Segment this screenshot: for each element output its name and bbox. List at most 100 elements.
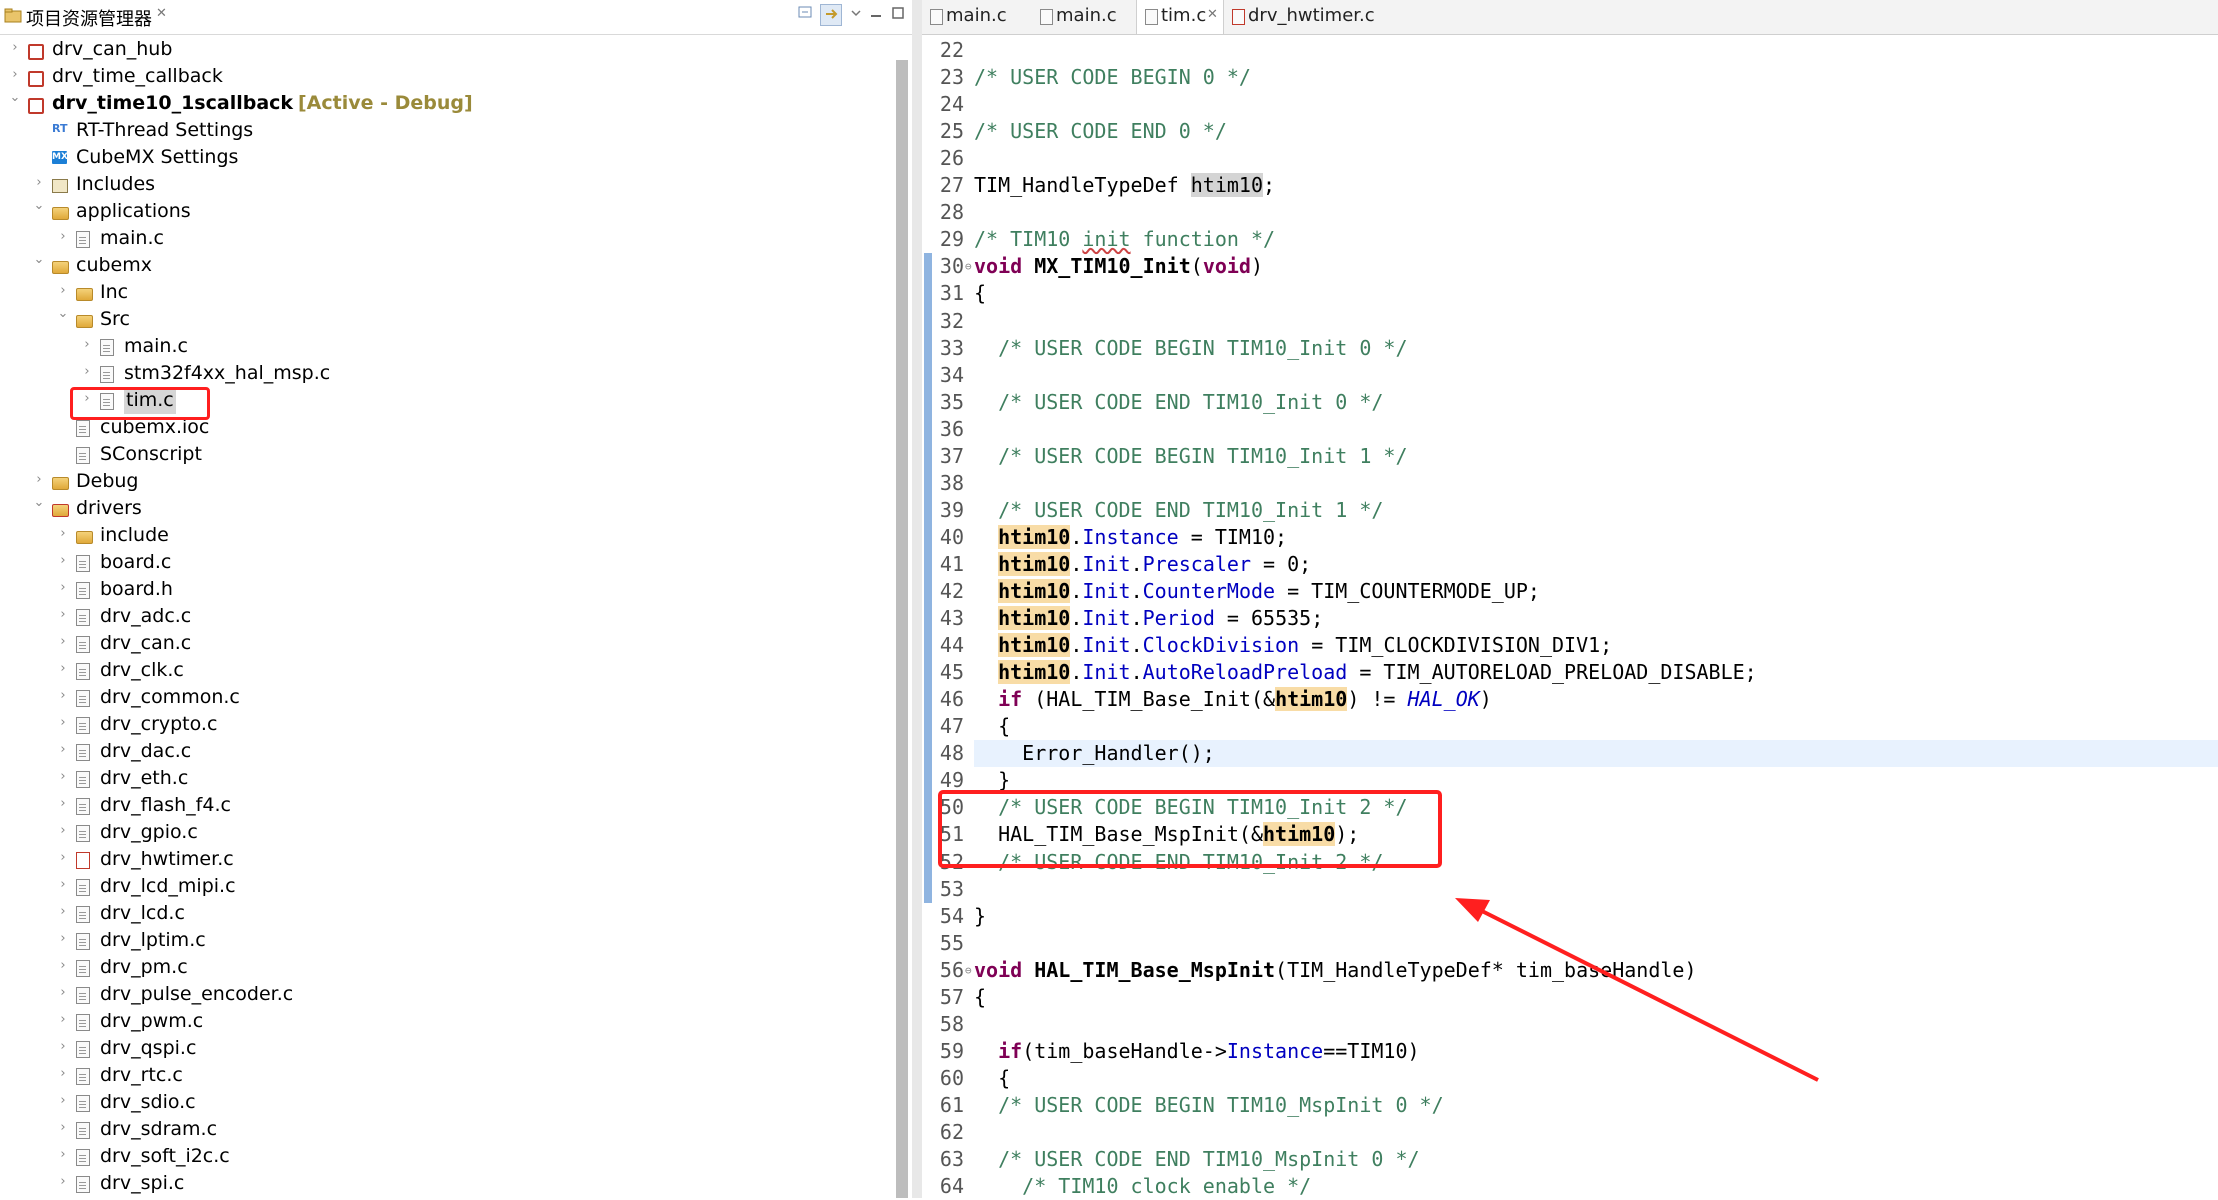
tree-item[interactable]: › drv_pm.c xyxy=(0,954,880,981)
fold-icon[interactable]: ⊖ xyxy=(965,964,972,977)
chevron-right-icon[interactable]: › xyxy=(56,1147,70,1162)
code-line[interactable]: 36 xyxy=(922,416,2218,443)
chevron-right-icon[interactable]: › xyxy=(8,67,22,82)
tree-item[interactable]: ⌄ Src xyxy=(0,306,880,333)
chevron-right-icon[interactable]: › xyxy=(56,850,70,865)
tree-item[interactable]: › drv_clk.c xyxy=(0,657,880,684)
code-line[interactable]: 44 htim10.Init.ClockDivision = TIM_CLOCK… xyxy=(922,632,2218,659)
tree-item[interactable]: › drv_lcd_mipi.c xyxy=(0,873,880,900)
link-with-editor-icon[interactable] xyxy=(820,4,842,26)
code-line[interactable]: 40 htim10.Instance = TIM10; xyxy=(922,524,2218,551)
code-line[interactable]: 54} xyxy=(922,903,2218,930)
chevron-right-icon[interactable]: › xyxy=(56,283,70,298)
tree-item[interactable]: › Debug xyxy=(0,468,880,495)
tree-item[interactable]: › drv_rtc.c xyxy=(0,1062,880,1089)
chevron-right-icon[interactable]: › xyxy=(56,931,70,946)
chevron-right-icon[interactable]: › xyxy=(8,40,22,55)
chevron-right-icon[interactable]: › xyxy=(56,229,70,244)
code-line[interactable]: 38 xyxy=(922,470,2218,497)
tree-item[interactable]: ⌄ applications xyxy=(0,198,880,225)
chevron-down-icon[interactable]: ⌄ xyxy=(32,495,46,510)
editor-tab[interactable]: main.c xyxy=(1032,0,1132,34)
chevron-right-icon[interactable]: › xyxy=(56,715,70,730)
code-line[interactable]: 42 htim10.Init.CounterMode = TIM_COUNTER… xyxy=(922,578,2218,605)
tree-item[interactable]: › drv_pwm.c xyxy=(0,1008,880,1035)
code-line[interactable]: 39 /* USER CODE END TIM10_Init 1 */ xyxy=(922,497,2218,524)
chevron-right-icon[interactable]: › xyxy=(56,607,70,622)
code-line[interactable]: 25 /* USER CODE END 0 */ xyxy=(922,118,2218,145)
code-line[interactable]: 53 xyxy=(922,876,2218,903)
code-line[interactable]: 60 { xyxy=(922,1065,2218,1092)
code-line[interactable]: 49 } xyxy=(922,767,2218,794)
tree-item[interactable]: › include xyxy=(0,522,880,549)
code-line[interactable]: 45 htim10.Init.AutoReloadPreload = TIM_A… xyxy=(922,659,2218,686)
code-line[interactable]: 58 xyxy=(922,1011,2218,1038)
editor-tab[interactable]: main.c xyxy=(922,0,1028,34)
code-line[interactable]: 26 xyxy=(922,145,2218,172)
chevron-right-icon[interactable]: › xyxy=(56,634,70,649)
tree-item[interactable]: › Inc xyxy=(0,279,880,306)
tree-item[interactable]: › drv_can_hub xyxy=(0,36,880,63)
chevron-right-icon[interactable]: › xyxy=(56,688,70,703)
code-line[interactable]: 43 htim10.Init.Period = 65535; xyxy=(922,605,2218,632)
collapse-all-icon[interactable] xyxy=(796,4,816,24)
tree-item[interactable]: › drv_sdio.c xyxy=(0,1089,880,1116)
minimize-icon[interactable] xyxy=(866,4,886,24)
tree-item[interactable]: › drv_hwtimer.c xyxy=(0,846,880,873)
chevron-right-icon[interactable]: › xyxy=(56,661,70,676)
tree-item[interactable]: › stm32f4xx_hal_msp.c xyxy=(0,360,880,387)
chevron-down-icon[interactable]: ⌄ xyxy=(8,90,22,105)
code-line[interactable]: 62 xyxy=(922,1119,2218,1146)
tree-item[interactable]: › main.c xyxy=(0,225,880,252)
chevron-down-icon[interactable]: ⌄ xyxy=(56,306,70,321)
code-line[interactable]: 50 /* USER CODE BEGIN TIM10_Init 2 */ xyxy=(922,794,2218,821)
code-line[interactable]: 29 /* TIM10 init function */ xyxy=(922,226,2218,253)
editor-tab[interactable]: drv_hwtimer.c xyxy=(1224,0,1384,34)
code-editor[interactable]: 22 23 /* USER CODE BEGIN 0 */ 24 25 /* USER C… xyxy=(922,34,2218,1198)
code-line[interactable]: 33 /* USER CODE BEGIN TIM10_Init 0 */ xyxy=(922,335,2218,362)
tree-item[interactable]: SConscript xyxy=(0,441,880,468)
close-tab-icon[interactable]: ✕ xyxy=(1207,7,1218,22)
chevron-right-icon[interactable]: › xyxy=(56,904,70,919)
code-line[interactable]: 34 xyxy=(922,362,2218,389)
code-line[interactable]: 37 /* USER CODE BEGIN TIM10_Init 1 */ xyxy=(922,443,2218,470)
code-line[interactable]: 61 /* USER CODE BEGIN TIM10_MspInit 0 */ xyxy=(922,1092,2218,1119)
code-line[interactable]: 48 Error_Handler(); xyxy=(922,740,2218,768)
code-line[interactable]: 47 { xyxy=(922,713,2218,740)
chevron-right-icon[interactable]: › xyxy=(32,175,46,190)
tree-item[interactable]: › drv_adc.c xyxy=(0,603,880,630)
chevron-right-icon[interactable]: › xyxy=(56,526,70,541)
tree-item[interactable]: ⌄ drv_time10_1scallback [Active - Debug] xyxy=(0,90,880,117)
explorer-scrollbar[interactable] xyxy=(896,60,908,1198)
chevron-right-icon[interactable]: › xyxy=(56,553,70,568)
code-line[interactable]: 59 if(tim_baseHandle->Instance==TIM10) xyxy=(922,1038,2218,1065)
chevron-right-icon[interactable]: › xyxy=(56,1093,70,1108)
panel-divider[interactable] xyxy=(912,0,922,1198)
code-line[interactable]: 46 if (HAL_TIM_Base_Init(&htim10) != HAL… xyxy=(922,686,2218,713)
chevron-right-icon[interactable]: › xyxy=(56,958,70,973)
code-line[interactable]: 27 TIM_HandleTypeDef htim10; xyxy=(922,172,2218,199)
tree-item[interactable]: › drv_can.c xyxy=(0,630,880,657)
tree-item[interactable]: MX CubeMX Settings xyxy=(0,144,880,171)
tree-item[interactable]: › drv_sdram.c xyxy=(0,1116,880,1143)
tree-item[interactable]: › drv_lcd.c xyxy=(0,900,880,927)
chevron-right-icon[interactable]: › xyxy=(56,1120,70,1135)
chevron-right-icon[interactable]: › xyxy=(56,877,70,892)
code-line[interactable]: 22 xyxy=(922,37,2218,64)
tree-item[interactable]: › board.h xyxy=(0,576,880,603)
code-line[interactable]: 57 { xyxy=(922,984,2218,1011)
chevron-right-icon[interactable]: › xyxy=(56,796,70,811)
code-line[interactable]: 41 htim10.Init.Prescaler = 0; xyxy=(922,551,2218,578)
tree-item[interactable]: › drv_soft_i2c.c xyxy=(0,1143,880,1170)
tree-item[interactable]: › drv_pulse_encoder.c xyxy=(0,981,880,1008)
chevron-right-icon[interactable]: › xyxy=(56,985,70,1000)
code-line[interactable]: 28 xyxy=(922,199,2218,226)
code-line[interactable]: 30 ⊖ void MX_TIM10_Init(void) xyxy=(922,253,2218,280)
code-line[interactable]: 32 xyxy=(922,308,2218,335)
chevron-right-icon[interactable]: › xyxy=(32,472,46,487)
chevron-right-icon[interactable]: › xyxy=(56,769,70,784)
tree-item[interactable]: › drv_time_callback xyxy=(0,63,880,90)
code-line[interactable]: 63 /* USER CODE END TIM10_MspInit 0 */ xyxy=(922,1146,2218,1173)
tree-item[interactable]: › board.c xyxy=(0,549,880,576)
code-line[interactable]: 31 { xyxy=(922,280,2218,307)
